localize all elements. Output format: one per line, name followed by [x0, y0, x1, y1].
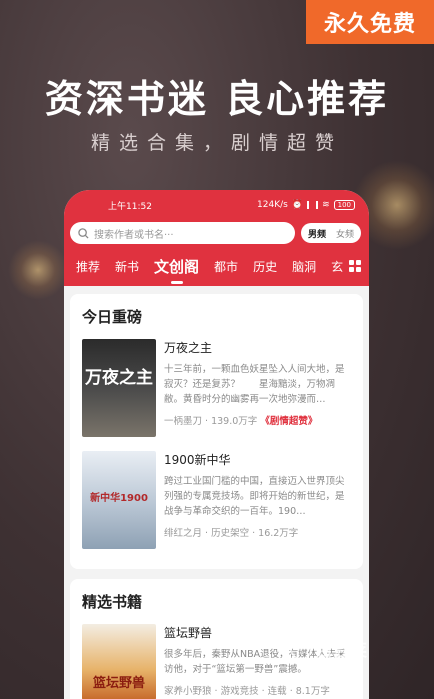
tab-urban[interactable]: 都市: [214, 258, 238, 275]
status-time: 上午11:52: [108, 201, 152, 212]
book-meta: 一柄墨刀 · 139.0万字 《剧情超赞》: [164, 416, 318, 427]
cover-title: 万夜之主: [85, 368, 153, 388]
section-title: 今日重磅: [82, 308, 143, 326]
book-item[interactable]: 新中华1900 1900新中华 跨过工业国门槛的中国，直接迈入世界顶尖列强的专属…: [82, 451, 351, 549]
wifi-icon: ≋: [322, 200, 330, 210]
book-cover[interactable]: 篮坛野兽: [82, 624, 156, 699]
section-today-hot: 今日重磅 万夜之主 万夜之主 十三年前，一颗血色妖星坠入人间大地，是寂灭？还是复…: [70, 294, 363, 569]
book-category: 历史架空: [211, 528, 250, 539]
phone-screen: 上午11:52 124K/s ⏰ ≋ 100 搜索作者或书名··· 男频 女频: [64, 190, 369, 699]
book-info: 1900新中华 跨过工业国门槛的中国，直接迈入世界顶尖列强的专属竞技场。即将开始…: [164, 451, 351, 549]
book-meta: 绯红之月 · 历史架空 · 16.2万字: [164, 528, 299, 539]
book-cover[interactable]: 万夜之主: [82, 339, 156, 437]
section-title: 精选书籍: [82, 593, 143, 611]
book-title[interactable]: 1900新中华: [164, 451, 351, 468]
tab-xuan[interactable]: 玄: [331, 258, 343, 275]
watermark-logo-icon: [290, 637, 312, 660]
tab-recommend[interactable]: 推荐: [76, 258, 100, 275]
book-category: 游戏竞技: [220, 686, 259, 697]
search-input[interactable]: 搜索作者或书名···: [70, 222, 295, 244]
gender-toggle[interactable]: 男频 女频: [300, 223, 361, 243]
search-placeholder: 搜索作者或书名···: [94, 229, 174, 241]
book-meta: 家养小野狼 · 游戏竞技 · 连载 · 8.1万字: [164, 686, 330, 697]
grid-menu-icon[interactable]: [349, 260, 362, 272]
network-speed: 124K/s: [257, 200, 288, 210]
book-desc: 十三年前，一颗血色妖星坠入人间大地，是寂灭？还是复苏？ 星海黯淡，万物凋敝。黄昏…: [164, 364, 345, 405]
book-words: 16.2万字: [258, 528, 299, 539]
book-words: 8.1万字: [295, 686, 330, 697]
sparkle-decoration-left: [8, 240, 68, 300]
tab-brainhole[interactable]: 脑洞: [292, 258, 316, 275]
signal-icon: [307, 201, 319, 209]
book-cover[interactable]: 新中华1900: [82, 451, 156, 549]
book-status: 连载: [267, 686, 287, 697]
watermark: 百豆荚: [290, 636, 367, 661]
toggle-female[interactable]: 女频: [331, 225, 359, 242]
alarm-icon: ⏰: [291, 200, 304, 210]
book-author: 绯红之月: [164, 528, 203, 539]
category-tabs: 推荐 新书 文创阁 都市 历史 脑洞 玄: [64, 246, 369, 286]
app-header: 上午11:52 124K/s ⏰ ≋ 100 搜索作者或书名··· 男频 女频: [64, 190, 369, 286]
book-item[interactable]: 万夜之主 万夜之主 十三年前，一颗血色妖星坠入人间大地，是寂灭？还是复苏？ 星海…: [82, 339, 351, 437]
book-author: 家养小野狼: [164, 686, 212, 697]
tab-history[interactable]: 历史: [253, 258, 277, 275]
cover-title: 篮坛野兽: [92, 676, 145, 691]
cover-title: 新中华1900: [90, 493, 148, 504]
status-bar: 上午11:52 124K/s ⏰ ≋ 100: [64, 190, 369, 220]
book-tag: 《剧情超赞》: [260, 416, 318, 427]
battery-icon: 100: [333, 200, 355, 210]
book-words: 139.0万字: [211, 416, 258, 427]
tab-wenchuangge[interactable]: 文创阁: [154, 256, 199, 284]
watermark-text: 百豆荚: [316, 641, 367, 661]
status-icons: 124K/s ⏰ ≋ 100: [257, 200, 355, 210]
book-title[interactable]: 万夜之主: [164, 339, 351, 356]
search-row: 搜索作者或书名··· 男频 女频: [64, 220, 369, 246]
toggle-male[interactable]: 男频: [303, 225, 331, 242]
tab-new-books[interactable]: 新书: [115, 258, 139, 275]
free-badge: 永久免费: [306, 0, 434, 44]
promo-subline: 精选合集，剧情超赞: [90, 132, 343, 154]
book-author: 一柄墨刀: [164, 416, 203, 427]
book-info: 万夜之主 十三年前，一颗血色妖星坠入人间大地，是寂灭？还是复苏？ 星海黯淡，万物…: [164, 339, 351, 437]
search-icon: [78, 227, 89, 239]
promo-headline: 资深书迷 良心推荐: [44, 76, 390, 121]
book-desc: 跨过工业国门槛的中国，直接迈入世界顶尖列强的专属竞技场。即将开始的新世纪，是战争…: [164, 476, 345, 517]
